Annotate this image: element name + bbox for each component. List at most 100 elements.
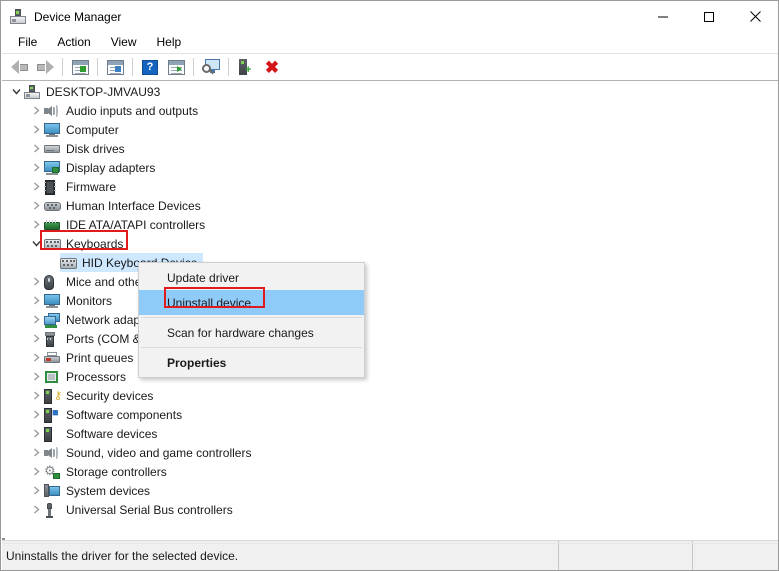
context-menu-separator [141,347,362,348]
tree-item-keyboards[interactable]: Keyboards [2,234,778,253]
storage-controller-icon: ⚙ [44,464,61,480]
scan-for-hardware-changes-button[interactable] [198,55,224,79]
update-driver-icon [167,59,185,75]
keyboard-icon [44,236,61,252]
toolbar-separator [97,58,98,76]
tree-item-root[interactable]: DESKTOP-JMVAU93 [2,82,778,101]
tree-item-universal-serial-bus-controllers[interactable]: Universal Serial Bus controllers [2,500,778,519]
toolbar-separator [228,58,229,76]
tree-item-software-components[interactable]: ■ Software components [2,405,778,424]
tree-item-processors[interactable]: Processors [2,367,778,386]
chevron-right-icon[interactable] [28,500,44,519]
tree-item-hid-keyboard-device[interactable]: HID Keyboard Device [2,253,778,272]
firmware-chip-icon [44,179,61,195]
tree-item-label: Disk drives [66,141,125,156]
context-menu-item-label: Update driver [167,270,240,285]
tree-item-system-devices[interactable]: System devices [2,481,778,500]
tree-item-audio-inputs-and-outputs[interactable]: Audio inputs and outputs [2,101,778,120]
maximize-button[interactable] [686,1,732,32]
chevron-right-icon[interactable] [28,291,44,310]
tree-item-label: Computer [66,122,119,137]
chevron-right-icon[interactable] [28,462,44,481]
toolbar-separator [193,58,194,76]
help-button[interactable]: ? [137,55,163,79]
tree-item-print-queues[interactable]: Print queues [2,348,778,367]
status-pane-3 [693,541,778,570]
chevron-right-icon[interactable] [28,481,44,500]
tree-item-network-adapters[interactable]: Network adapters [2,310,778,329]
toolbar-separator [132,58,133,76]
context-menu-item-uninstall-device[interactable]: Uninstall device [139,290,364,315]
chevron-right-icon[interactable] [28,348,44,367]
window-title: Device Manager [34,9,122,24]
tree-item-display-adapters[interactable]: Display adapters [2,158,778,177]
chevron-right-icon[interactable] [28,424,44,443]
properties-button[interactable] [102,55,128,79]
chevron-right-icon[interactable] [28,386,44,405]
close-icon [749,11,761,22]
tree-item-ports-com-and-lpt[interactable]: Ports (COM & LPT) [2,329,778,348]
menu-help[interactable]: Help [147,32,192,53]
chevron-right-icon[interactable] [28,310,44,329]
red-x-icon: ✖ [264,57,280,77]
enable-device-button[interactable]: + [233,55,259,79]
tree-item-ide-ata-atapi-controllers[interactable]: IDE ATA/ATAPI controllers [2,215,778,234]
chevron-right-icon[interactable] [28,196,44,215]
menu-file[interactable]: File [8,32,47,53]
menu-bar: File Action View Help [2,32,778,53]
status-bar: Uninstalls the driver for the selected d… [2,540,778,570]
chevron-right-icon[interactable] [28,272,44,291]
chevron-right-icon[interactable] [28,443,44,462]
tree-item-label: System devices [66,483,151,498]
chevron-down-icon[interactable] [28,234,44,253]
maximize-icon [704,11,714,22]
show-hide-console-tree-button[interactable] [67,55,93,79]
tree-item-monitors[interactable]: Monitors [2,291,778,310]
menu-action[interactable]: Action [47,32,100,53]
tree-item-software-devices[interactable]: Software devices [2,424,778,443]
chevron-right-icon[interactable] [28,329,44,348]
system-device-icon [44,483,61,499]
chevron-right-icon[interactable] [28,139,44,158]
chevron-right-icon[interactable] [28,367,44,386]
chevron-down-icon[interactable] [8,82,24,101]
context-menu-item-scan-for-hardware-changes[interactable]: Scan for hardware changes [139,320,364,345]
context-menu[interactable]: Update driver Uninstall device Scan for … [138,262,365,378]
uninstall-device-button[interactable]: ✖ [259,55,285,79]
chevron-right-icon[interactable] [28,177,44,196]
tree-item-firmware[interactable]: Firmware [2,177,778,196]
context-menu-item-properties[interactable]: Properties [139,350,364,375]
forward-button[interactable] [32,55,58,79]
monitor-icon [44,293,61,309]
chevron-right-icon[interactable] [28,120,44,139]
tree-item-sound-video-and-game-controllers[interactable]: Sound, video and game controllers [2,443,778,462]
tree-item-storage-controllers[interactable]: ⚙ Storage controllers [2,462,778,481]
tree-item-label: Sound, video and game controllers [66,445,252,460]
tree-item-label: Keyboards [66,236,124,251]
back-arrow-icon [10,59,28,75]
chevron-right-icon[interactable] [28,405,44,424]
back-button[interactable] [6,55,32,79]
tree-item-disk-drives[interactable]: Disk drives [2,139,778,158]
tree-item-mice-and-other-pointing-devices[interactable]: Mice and other pointing devices [2,272,778,291]
update-driver-button[interactable] [163,55,189,79]
context-menu-item-update-driver[interactable]: Update driver [139,265,364,290]
close-button[interactable] [732,1,778,32]
usb-controller-icon [44,502,61,518]
chevron-right-icon[interactable] [28,158,44,177]
chevron-right-icon[interactable] [28,215,44,234]
window-controls [640,1,778,32]
printer-icon [44,350,61,366]
tree-item-security-devices[interactable]: ⚷ Security devices [2,386,778,405]
device-tree[interactable]: DESKTOP-JMVAU93 Audio inputs and outputs… [2,82,778,541]
software-component-icon: ■ [44,407,61,423]
minimize-button[interactable] [640,1,686,32]
menu-view[interactable]: View [101,32,147,53]
network-adapter-icon [44,312,61,328]
tree-item-human-interface-devices[interactable]: Human Interface Devices [2,196,778,215]
tree-item-computer[interactable]: Computer [2,120,778,139]
chevron-right-icon[interactable] [28,101,44,120]
tree-item-label: Audio inputs and outputs [66,103,199,118]
tree-item-label: Universal Serial Bus controllers [66,502,233,517]
toolbar-separator [62,58,63,76]
